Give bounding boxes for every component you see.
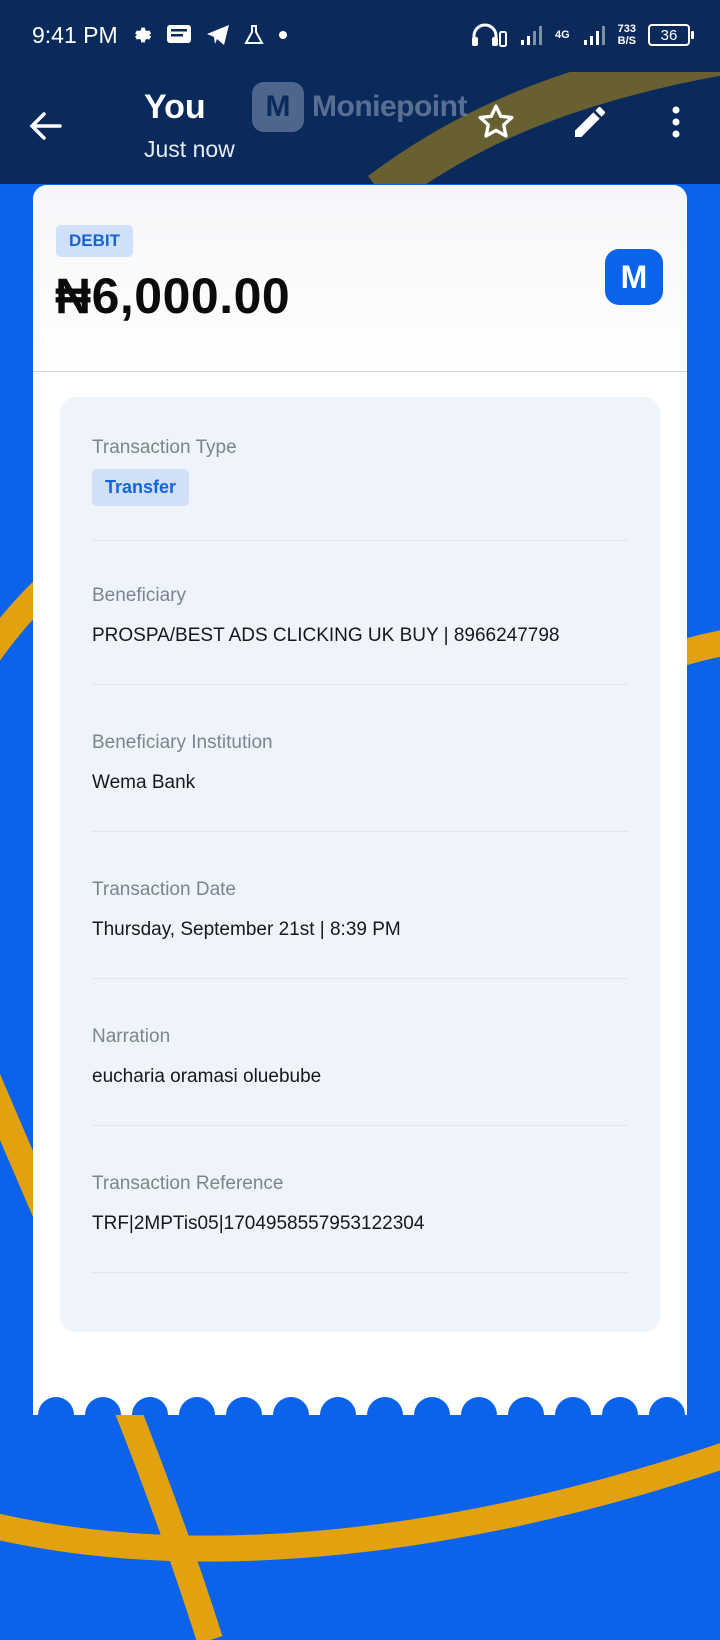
detail-row-transaction-date: Transaction Date Thursday, September 21s…: [92, 879, 628, 979]
settings-icon: [135, 27, 152, 43]
transaction-amount: ₦6,000.00: [55, 268, 291, 324]
detail-label: Transaction Type: [92, 437, 237, 458]
more-options-icon[interactable]: [660, 102, 692, 142]
brand-watermark: M Moniepoint: [252, 82, 467, 132]
detail-row-beneficiary: Beneficiary PROSPA/BEST ADS CLICKING UK …: [92, 585, 628, 685]
detail-row-transaction-reference: Transaction Reference TRF|2MPTis05|17049…: [92, 1173, 628, 1273]
net-speed-value: 733: [617, 23, 636, 35]
detail-label: Transaction Date: [92, 879, 236, 900]
message-icon: [167, 25, 191, 43]
net-speed: 733 B/S: [618, 23, 636, 47]
battery-indicator: 36: [648, 24, 694, 46]
receipt-card: DEBIT ₦6,000.00 M Transaction Type Trans…: [33, 185, 687, 1410]
detail-row-transaction-type: Transaction Type Transfer: [92, 437, 628, 541]
debit-badge: DEBIT: [56, 225, 133, 257]
headphones-icon: [471, 23, 507, 47]
transaction-type-badge: Transfer: [92, 469, 190, 506]
detail-value: PROSPA/BEST ADS CLICKING UK BUY | 896624…: [92, 625, 560, 646]
detail-value: Wema Bank: [92, 772, 196, 793]
signal-icon-2: [583, 26, 605, 45]
transaction-details: Transaction Type Transfer Beneficiary PR…: [60, 397, 660, 1332]
moniepoint-logo-icon: M: [605, 249, 663, 305]
chat-title: You: [144, 88, 206, 126]
network-type: 4G: [554, 29, 570, 41]
star-icon[interactable]: [476, 102, 516, 142]
detail-row-beneficiary-institution: Beneficiary Institution Wema Bank: [92, 732, 628, 832]
detail-label: Transaction Reference: [92, 1173, 284, 1194]
signal-icon: [520, 26, 542, 45]
brand-name: Moniepoint: [312, 90, 467, 123]
status-icons-left: [130, 20, 288, 50]
flask-icon: [244, 25, 264, 44]
status-icons-right: 4G 733 B/S 36: [471, 18, 694, 52]
status-bar: 9:41 PM 4G 733 B/S 36: [0, 0, 720, 72]
chat-subtitle: Just now: [144, 136, 235, 162]
detail-value: eucharia oramasi oluebube: [92, 1066, 322, 1087]
detail-row-narration: Narration eucharia oramasi oluebube: [92, 1026, 628, 1126]
detail-label: Narration: [92, 1026, 171, 1047]
receipt-header: DEBIT ₦6,000.00 M: [33, 185, 687, 372]
telegram-icon: [207, 25, 229, 45]
detail-label: Beneficiary: [92, 585, 186, 606]
receipt-scalloped-edge: [33, 1385, 687, 1415]
detail-label: Beneficiary Institution: [92, 732, 273, 753]
brand-logo-icon: M: [252, 82, 304, 132]
edit-icon[interactable]: [570, 102, 610, 142]
dot-icon: [279, 31, 287, 39]
back-arrow-icon[interactable]: [28, 108, 64, 144]
detail-value: Thursday, September 21st | 8:39 PM: [92, 919, 401, 940]
detail-value: TRF|2MPTis05|1704958557953122304: [92, 1213, 425, 1234]
app-bar: You Just now M Moniepoint: [0, 72, 720, 184]
net-speed-unit: B/S: [617, 35, 636, 47]
status-time: 9:41 PM: [32, 22, 118, 48]
